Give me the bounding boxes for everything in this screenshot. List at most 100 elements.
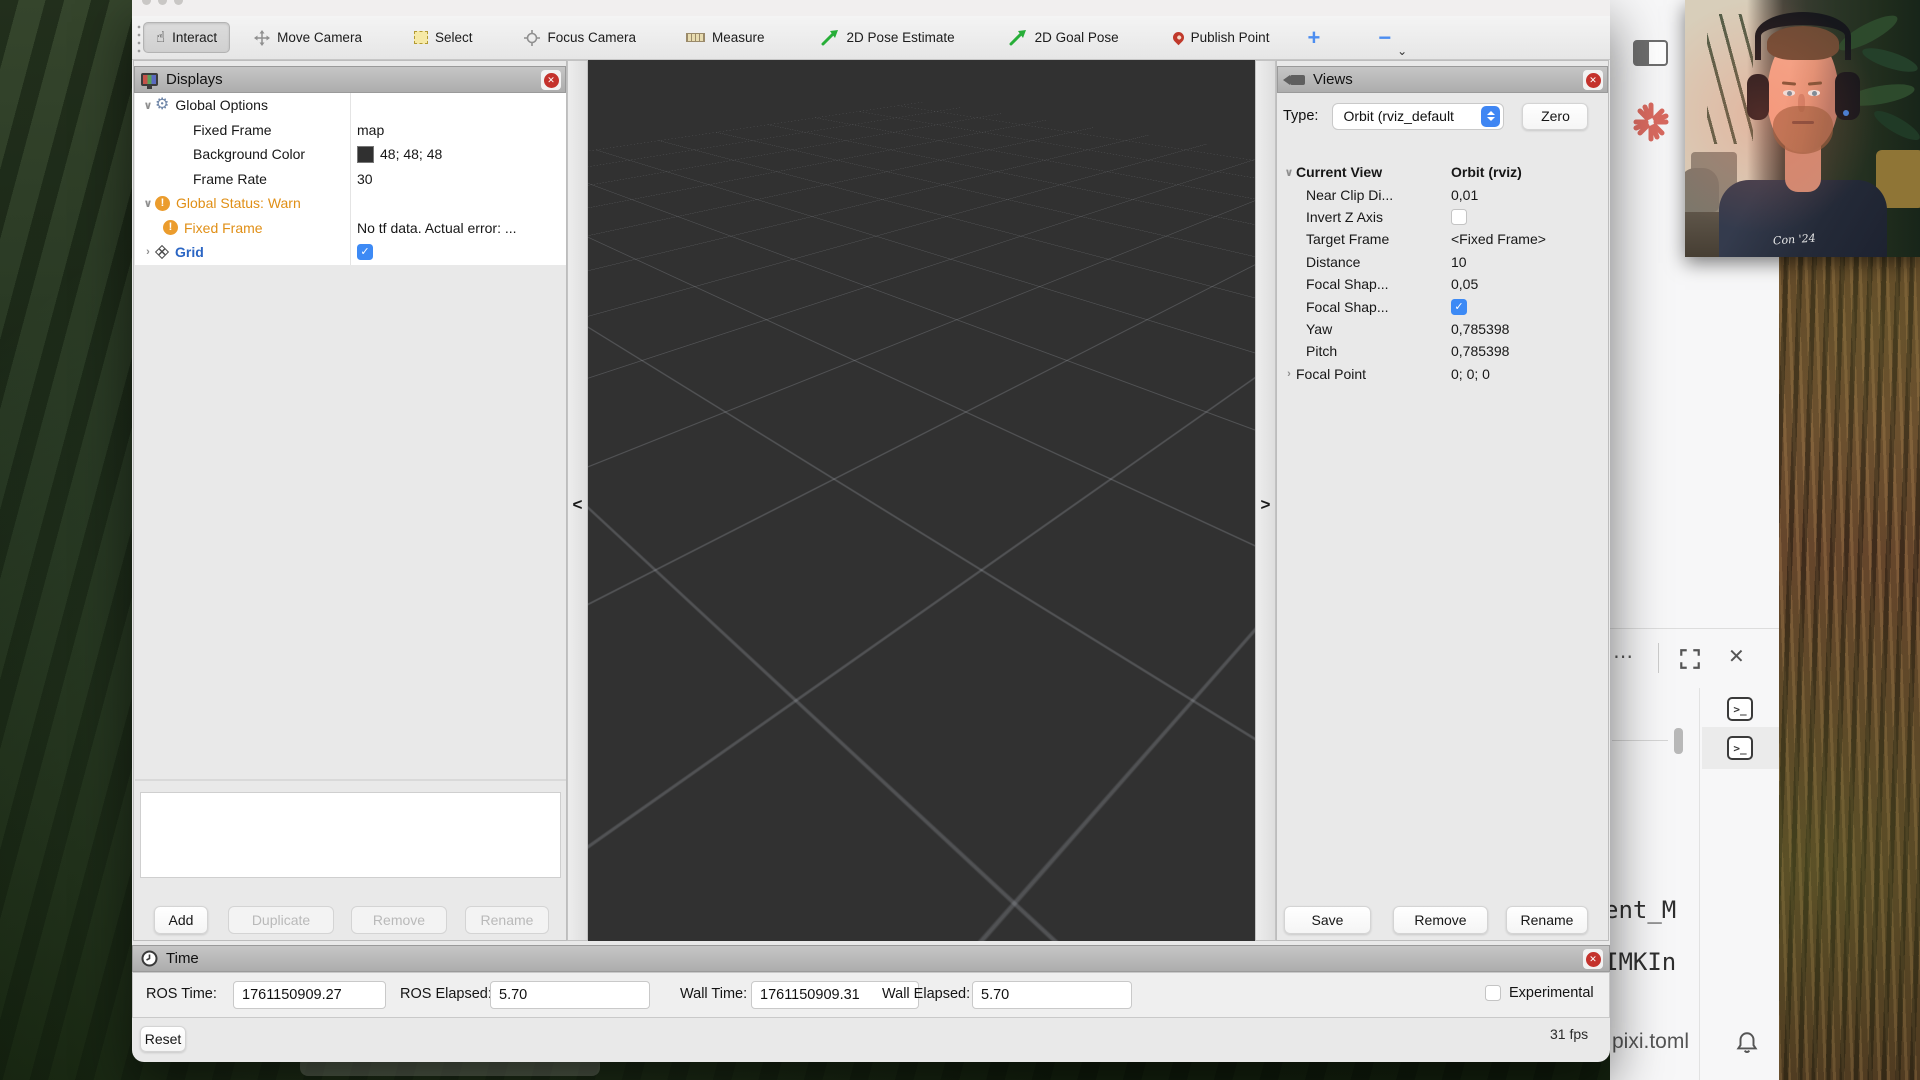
tool-measure[interactable]: Measure	[674, 23, 777, 52]
tree-row-focal-shape-size[interactable]: Focal Shap... 0,05	[1278, 273, 1608, 295]
bell-icon[interactable]	[1735, 1030, 1759, 1056]
tree-row-pitch[interactable]: Pitch 0,785398	[1278, 340, 1608, 362]
ros-elapsed-input[interactable]	[490, 981, 650, 1009]
tree-row-target-frame[interactable]: Target Frame <Fixed Frame>	[1278, 228, 1608, 250]
tool-interact[interactable]: ☝ Interact	[143, 22, 230, 53]
focal-shape-checkbox[interactable]	[1451, 299, 1467, 315]
color-swatch[interactable]	[357, 146, 374, 163]
chevron-right-icon[interactable]: ›	[1282, 368, 1296, 380]
property-value[interactable]: 0,785398	[1443, 343, 1608, 359]
grid-enabled-checkbox[interactable]	[357, 244, 373, 260]
grid-icon	[155, 245, 169, 259]
chevron-right-icon[interactable]: ›	[141, 246, 155, 258]
zero-button[interactable]: Zero	[1522, 103, 1588, 130]
tool-move-camera[interactable]: Move Camera	[242, 23, 374, 53]
view-type-dropdown[interactable]: Orbit (rviz_default	[1332, 103, 1504, 130]
time-panel: Time ROS Time: ROS Elapsed: Wall Time: W…	[132, 945, 1610, 1018]
tree-row-focal-shape-fixed[interactable]: Focal Shap...	[1278, 295, 1608, 317]
reset-button[interactable]: Reset	[140, 1026, 186, 1052]
status-bar-filename[interactable]: pixi.toml	[1612, 1030, 1689, 1054]
window-titlebar[interactable]	[132, 0, 1610, 16]
tool-select[interactable]: Select	[402, 23, 485, 52]
tree-row-frame-rate[interactable]: Frame Rate 30	[135, 167, 566, 192]
property-value[interactable]: 10	[1443, 254, 1608, 270]
views-panel-header[interactable]: Views	[1277, 66, 1608, 93]
sidebar-toggle-icon[interactable]	[1633, 40, 1668, 66]
traffic-light-dot[interactable]	[174, 0, 183, 5]
tree-row-current-view[interactable]: ∨Current View Orbit (rviz)	[1278, 161, 1608, 183]
time-panel-title: Time	[166, 950, 199, 967]
ros-time-input[interactable]	[233, 981, 386, 1009]
property-value[interactable]: 0; 0; 0	[1443, 366, 1608, 382]
property-value[interactable]: 0,785398	[1443, 321, 1608, 337]
tree-row-invert-z[interactable]: Invert Z Axis	[1278, 206, 1608, 228]
invert-z-checkbox[interactable]	[1451, 209, 1467, 225]
rename-display-button[interactable]: Rename	[465, 906, 549, 934]
property-value[interactable]: 48; 48; 48	[380, 146, 442, 162]
divider	[1658, 643, 1659, 673]
property-value[interactable]: <Fixed Frame>	[1443, 231, 1608, 247]
rviz-window: ☝ Interact Move Camera Select Focus C	[132, 0, 1610, 1062]
tree-row-global-status[interactable]: ∨ ! Global Status: Warn	[135, 191, 566, 216]
time-panel-header[interactable]: Time	[132, 945, 1610, 972]
tree-row-near-clip[interactable]: Near Clip Di... 0,01	[1278, 183, 1608, 205]
webcam-overlay: Con '24	[1685, 0, 1920, 257]
close-icon[interactable]	[1583, 70, 1603, 90]
chevron-down-icon[interactable]: ∨	[141, 99, 155, 112]
tool-2d-goal-pose[interactable]: 2D Goal Pose	[997, 22, 1131, 53]
type-label: Type:	[1283, 108, 1318, 124]
remove-display-button[interactable]: Remove	[351, 906, 447, 934]
traffic-light-dot[interactable]	[142, 0, 151, 5]
toolbar-drag-handle[interactable]	[135, 23, 143, 53]
expand-icon[interactable]	[1678, 647, 1702, 671]
add-tool-button[interactable]: +	[1307, 25, 1320, 51]
panel-splitter[interactable]	[135, 779, 566, 781]
property-value[interactable]: map	[357, 122, 384, 138]
collapse-right-panel-button[interactable]: >	[1255, 60, 1276, 941]
collapse-left-panel-button[interactable]: <	[567, 60, 588, 941]
tree-row-fixed-frame-warning[interactable]: ! Fixed Frame No tf data. Actual error: …	[135, 216, 566, 241]
toolbar-overflow-chevron-icon[interactable]: ⌄	[1397, 44, 1407, 58]
tree-row-focal-point[interactable]: ›Focal Point 0; 0; 0	[1278, 363, 1608, 385]
views-panel-title: Views	[1313, 71, 1353, 88]
more-options-icon[interactable]: ⋯	[1613, 644, 1634, 669]
traffic-light-dot[interactable]	[158, 0, 167, 5]
tree-row-global-options[interactable]: ∨ ⚙ Global Options	[135, 93, 566, 118]
close-icon[interactable]	[541, 70, 561, 90]
tree-row-background-color[interactable]: Background Color 48; 48; 48	[135, 142, 566, 167]
scrollbar-thumb[interactable]	[1674, 728, 1683, 754]
close-icon[interactable]: ✕	[1728, 644, 1745, 669]
remove-tool-button[interactable]: −	[1378, 25, 1391, 51]
remove-view-button[interactable]: Remove	[1393, 906, 1488, 934]
save-view-button[interactable]: Save	[1284, 906, 1371, 934]
terminal-icon[interactable]: >_	[1727, 736, 1753, 760]
chevron-right-icon: >	[1261, 495, 1271, 515]
tree-row-fixed-frame[interactable]: Fixed Frame map	[135, 118, 566, 143]
experimental-checkbox[interactable]	[1485, 985, 1501, 1001]
tool-2d-pose-estimate[interactable]: 2D Pose Estimate	[809, 22, 967, 53]
chevron-down-icon[interactable]: ∨	[1282, 166, 1296, 179]
fps-counter: 31 fps	[1550, 1026, 1588, 1042]
add-display-button[interactable]: Add	[154, 906, 208, 934]
property-value[interactable]: 30	[357, 171, 373, 187]
property-value[interactable]: 0,05	[1443, 276, 1608, 292]
close-icon[interactable]	[1583, 949, 1603, 969]
webcam-warm-light	[1685, 0, 1920, 257]
property-value[interactable]: 0,01	[1443, 187, 1608, 203]
duplicate-display-button[interactable]: Duplicate	[228, 906, 334, 934]
wall-elapsed-input[interactable]	[972, 981, 1132, 1009]
tree-row-yaw[interactable]: Yaw 0,785398	[1278, 318, 1608, 340]
3d-viewport[interactable]	[588, 60, 1255, 941]
tool-publish-point[interactable]: Publish Point	[1161, 23, 1282, 52]
tree-row-distance[interactable]: Distance 10	[1278, 251, 1608, 273]
experimental-toggle[interactable]: Experimental	[1485, 985, 1594, 1001]
displays-panel-header[interactable]: Displays	[134, 66, 566, 93]
rename-view-button[interactable]: Rename	[1506, 906, 1588, 934]
tree-row-grid[interactable]: › Grid	[135, 240, 566, 265]
chevron-left-icon: <	[573, 495, 583, 515]
views-tree: ∨Current View Orbit (rviz) Near Clip Di.…	[1278, 161, 1608, 385]
chevron-down-icon[interactable]: ∨	[141, 197, 155, 210]
terminal-icon[interactable]: >_	[1727, 697, 1753, 721]
tool-focus-camera[interactable]: Focus Camera	[512, 23, 648, 53]
warning-icon: !	[163, 220, 178, 235]
